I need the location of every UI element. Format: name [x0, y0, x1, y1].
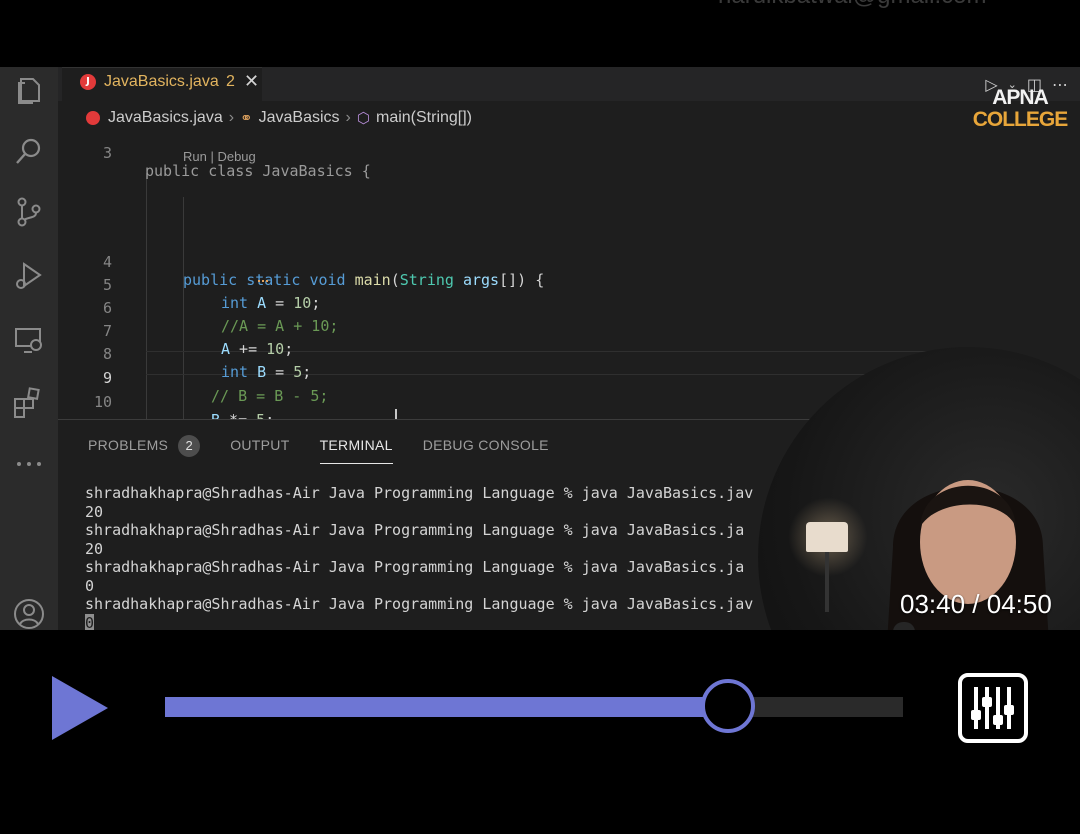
code-line-8: 8 int B = 5;	[102, 345, 312, 381]
text-cursor	[395, 409, 397, 419]
class-icon: ⚭	[240, 110, 253, 127]
progress-fill	[165, 697, 729, 717]
extensions-icon[interactable]	[12, 385, 46, 419]
close-icon[interactable]: ✕	[244, 71, 259, 92]
play-icon	[52, 676, 108, 740]
settings-button[interactable]	[958, 673, 1028, 743]
run-debug-icon[interactable]	[12, 259, 46, 293]
terminal-cursor: 0	[85, 613, 95, 630]
panel-tabs: PROBLEMS 2 OUTPUT TERMINAL DEBUG CONSOLE	[88, 434, 579, 464]
apna-college-logo: APNA COLLEGE	[972, 86, 1069, 131]
code-line-6: 6 //A = A + 10;	[102, 299, 339, 335]
breadcrumb: JavaBasics.java › ⚭ JavaBasics › ⬡ main(…	[58, 103, 958, 133]
method-icon: ⬡	[356, 110, 370, 127]
time-display: 03:40 / 04:50	[900, 589, 1052, 619]
codelens-run-debug[interactable]: Run | Debug	[183, 149, 256, 164]
terminal-line: 20	[85, 539, 104, 558]
tab-debug-console[interactable]: DEBUG CONSOLE	[423, 434, 549, 464]
equalizer-icon	[971, 687, 1014, 729]
tab-java-basics[interactable]: J JavaBasics.java 2 ✕	[62, 67, 262, 101]
terminal-line: shradhakhapra@Shradhas-Air Java Programm…	[85, 558, 745, 576]
terminal-line: 20	[85, 502, 104, 521]
more-icon[interactable]	[12, 447, 46, 481]
lamp-pole	[825, 552, 829, 612]
code-line-4: 4 public static void main(String args[])…	[102, 253, 545, 289]
tab-problem-badge: 2	[226, 73, 235, 90]
terminal-line: shradhakhapra@Shradhas-Air Java Programm…	[85, 521, 745, 539]
terminal-line: 0	[85, 613, 753, 630]
tab-terminal[interactable]: TERMINAL	[319, 434, 393, 464]
java-file-icon	[86, 111, 100, 125]
lamp-icon	[806, 522, 848, 552]
editor-tab-bar: J JavaBasics.java 2 ✕ ▷ ⌄ ◫ ⋯	[58, 67, 1080, 101]
code-line-3: 3 public class JavaBasics {	[102, 144, 371, 180]
video-frame[interactable]: J JavaBasics.java 2 ✕ ▷ ⌄ ◫ ⋯ JavaBasics…	[0, 67, 1080, 630]
progress-track[interactable]	[165, 697, 903, 717]
code-line-5: 5 int A = 10;	[102, 276, 321, 312]
chevron-right-icon: ›	[228, 109, 235, 126]
source-control-icon[interactable]	[12, 195, 46, 229]
tab-output[interactable]: OUTPUT	[230, 434, 289, 464]
explorer-icon[interactable]	[12, 73, 46, 107]
remote-explorer-icon[interactable]	[12, 323, 46, 357]
terminal-line: shradhakhapra@Shradhas-Air Java Programm…	[85, 595, 754, 613]
activity-bar	[0, 67, 58, 630]
java-file-icon: J	[80, 74, 96, 90]
breadcrumb-method[interactable]: main(String[])	[376, 109, 472, 127]
breadcrumb-class[interactable]: JavaBasics	[259, 109, 340, 127]
breadcrumb-file[interactable]: JavaBasics.java	[108, 109, 223, 127]
player-controls	[0, 630, 1080, 834]
terminal-output[interactable]: shradhakhapra@Shradhas-Air Java Programm…	[85, 484, 753, 630]
chevron-right-icon: ›	[345, 109, 351, 126]
play-button[interactable]	[50, 674, 110, 742]
progress-thumb[interactable]	[701, 679, 756, 733]
account-icon[interactable]	[12, 597, 46, 630]
terminal-line: 0	[85, 576, 95, 595]
tab-problems[interactable]: PROBLEMS 2	[88, 434, 201, 464]
terminal-line: shradhakhapra@Shradhas-Air Java Programm…	[85, 484, 754, 502]
top-strip: narulkbatwal@gmail.com	[0, 0, 1080, 67]
problems-count-badge: 2	[178, 435, 201, 457]
email-watermark: narulkbatwal@gmail.com	[718, 0, 986, 10]
search-icon[interactable]	[12, 135, 46, 169]
tab-filename: JavaBasics.java	[104, 73, 219, 90]
code-line-7: 7 A += 10;	[102, 322, 294, 358]
